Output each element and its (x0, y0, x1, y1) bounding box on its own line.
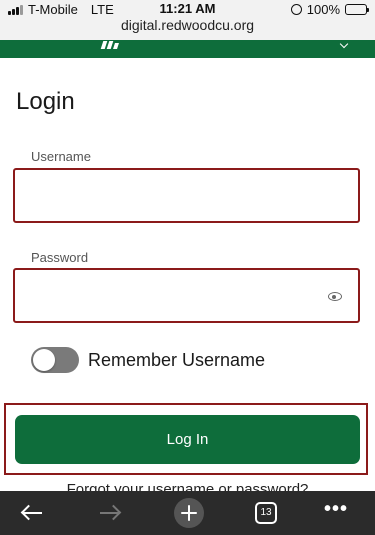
password-label: Password (31, 250, 89, 265)
password-field-frame (13, 268, 360, 323)
username-field-frame (13, 168, 360, 223)
status-bar: T-Mobile LTE 11:21 AM 100% digital.redwo… (0, 0, 375, 40)
remember-username-label[interactable]: Remember Username (88, 350, 265, 371)
new-tab-button[interactable] (171, 491, 207, 535)
tabs-icon: 13 (255, 502, 277, 524)
remember-row: Remember Username (31, 347, 265, 373)
battery-icon (345, 4, 369, 15)
page-title: Login (16, 88, 75, 115)
logo-icon[interactable] (100, 41, 120, 49)
chevron-icon[interactable] (339, 39, 349, 49)
site-header (0, 39, 375, 58)
more-icon: ••• (323, 498, 348, 520)
browser-toolbar: 13 ••• (0, 491, 375, 535)
alarm-icon (290, 4, 302, 15)
status-right: 100% (290, 2, 369, 17)
remember-username-toggle[interactable] (31, 347, 79, 373)
log-in-button[interactable]: Log In (15, 415, 360, 464)
plus-icon (174, 498, 204, 528)
battery-percent: 100% (306, 2, 340, 17)
back-button[interactable] (14, 491, 50, 535)
more-button[interactable]: ••• (318, 491, 354, 535)
address-bar[interactable]: digital.redwoodcu.org (0, 17, 375, 33)
username-input[interactable] (15, 170, 358, 221)
back-arrow-icon (20, 504, 43, 521)
tabs-button[interactable]: 13 (248, 491, 284, 535)
forward-button[interactable] (92, 491, 128, 535)
username-label: Username (31, 149, 91, 164)
eye-icon[interactable] (328, 292, 342, 301)
forward-arrow-icon (99, 504, 122, 521)
password-input[interactable] (15, 270, 358, 321)
